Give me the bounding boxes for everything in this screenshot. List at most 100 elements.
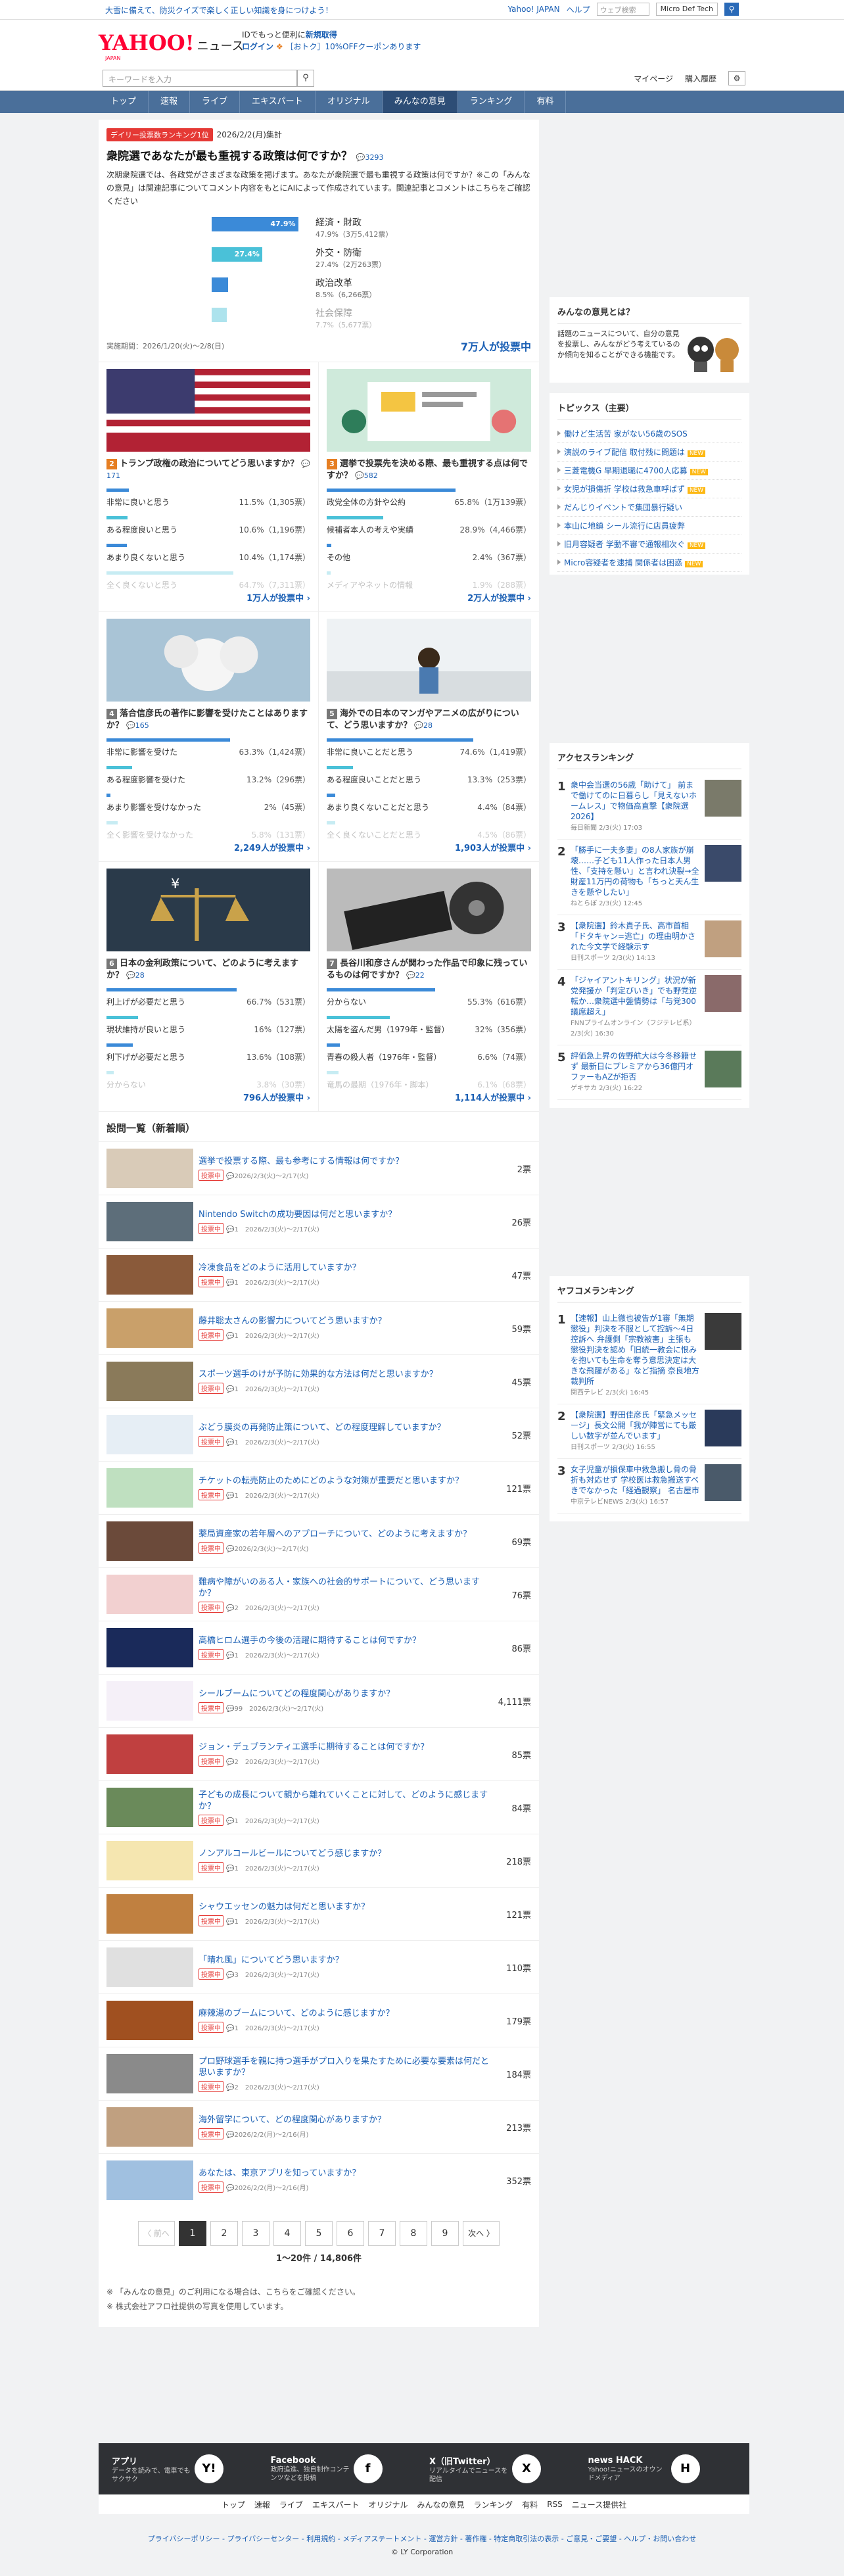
list-title[interactable]: 冷凍食品をどのように活用していますか？ bbox=[199, 1262, 492, 1274]
list-thumbnail[interactable] bbox=[106, 2001, 193, 2040]
signup-link[interactable]: 新規取得 bbox=[306, 30, 337, 39]
poll-card[interactable]: 2 トランプ政権の政治についてどう思いますか？ 💬171 非常に良いと思う 11.5%（… bbox=[99, 362, 319, 612]
list-title[interactable]: 海外留学について、どの程度関心がありますか？ bbox=[199, 2114, 492, 2126]
topic-item[interactable]: 旧月容疑者 学動不審で通報相次ぐ NEW bbox=[557, 535, 741, 554]
ranking-item[interactable]: 2 【衆院選】野田佳彦氏「緊急メッセージ」長文公開「我が陣営にても厳しい数字が並ん… bbox=[557, 1404, 741, 1459]
footer-link[interactable]: エキスパート bbox=[312, 2499, 360, 2510]
topic-item[interactable]: 演説のライブ配信 取付残に問題は NEW bbox=[557, 443, 741, 462]
hero-votes-link[interactable]: 7万人が投票中 bbox=[461, 338, 531, 354]
page-5-button[interactable]: 5 bbox=[305, 2221, 333, 2246]
list-thumbnail[interactable] bbox=[106, 1202, 193, 1241]
footer-app[interactable]: X（旧Twitter） リアルタイムでニュースを配信 X bbox=[424, 2454, 583, 2484]
list-thumbnail[interactable] bbox=[106, 1841, 193, 1880]
ranking-title[interactable]: 衆中会当選の56歳「助けて」 前まで働けてのに日暮らし「見えないホームレス」で物… bbox=[571, 780, 705, 834]
next-page-button[interactable]: 次へ 〉 bbox=[463, 2221, 500, 2246]
list-thumbnail[interactable] bbox=[106, 1575, 193, 1614]
gear-icon[interactable]: ⚙ bbox=[728, 71, 745, 85]
list-item[interactable]: 海外留学について、どの程度関心がありますか？ 投票中 💬2026/2/2(月)〜2/… bbox=[99, 2100, 539, 2153]
nav-paid[interactable]: 有料 bbox=[525, 91, 567, 113]
list-thumbnail[interactable] bbox=[106, 1734, 193, 1774]
mypage-link[interactable]: マイページ bbox=[634, 73, 673, 84]
poll-card[interactable]: 7 長谷川和彦さんが関わった作品で印象に残っているものは何ですか？ 💬22 分からない… bbox=[319, 862, 539, 1112]
list-title[interactable]: 麻辣湯のブームについて、どのように感じますか？ bbox=[199, 2008, 492, 2019]
list-title[interactable]: Nintendo Switchの成功要因は何だと思いますか？ bbox=[199, 1209, 492, 1220]
hero-title[interactable]: 衆院選であなたが最も重視する政策は何ですか？ 💬3293 bbox=[106, 147, 531, 163]
list-title[interactable]: 「晴れ風」についてどう思いますか？ bbox=[199, 1955, 492, 1966]
topic-item[interactable]: Micro容疑者を逮捕 関係者は困惑 NEW bbox=[557, 554, 741, 572]
footer-link[interactable]: みんなの意見 bbox=[417, 2499, 465, 2510]
list-title[interactable]: 難病や障がいのある人・家族への社会的サポートについて、どう思いますか？ bbox=[199, 1577, 492, 1599]
list-title[interactable]: シャウエッセンの魅力は何だと思いますか？ bbox=[199, 1901, 492, 1913]
ranking-title[interactable]: 評価急上昇の佐野航大は今冬移籍せず 最新日にプレミアから36億円オファーもAZが… bbox=[571, 1051, 705, 1094]
poll-card-votes[interactable]: 1,114人が投票中 › bbox=[327, 1091, 531, 1103]
ranking-title[interactable]: 【速報】山上徹也被告が1審「無期懲役」判決を不服として控訴〜4日控訴へ 弁護側「… bbox=[571, 1313, 705, 1398]
page-9-button[interactable]: 9 bbox=[431, 2221, 459, 2246]
list-thumbnail[interactable] bbox=[106, 2107, 193, 2147]
poll-card[interactable]: 3 選挙で投票先を決める際、最も重視する点は何ですか？ 💬582 政党全体の方針や公約… bbox=[319, 362, 539, 612]
ranking-thumbnail[interactable] bbox=[705, 1464, 741, 1501]
nav-opinions[interactable]: みんなの意見 bbox=[382, 91, 458, 113]
ranking-item[interactable]: 1 衆中会当選の56歳「助けて」 前まで働けてのに日暮らし「見えないホームレス」で… bbox=[557, 775, 741, 840]
list-item[interactable]: 「晴れ風」についてどう思いますか？ 投票中 💬3 2026/2/3(火)〜2/17(… bbox=[99, 1940, 539, 1993]
poll-card-image[interactable] bbox=[327, 369, 531, 452]
sponsor-box[interactable]: Micro Def Tech bbox=[655, 3, 718, 16]
footer-app[interactable]: アプリ データを読みで、電車でもサクサク Y! bbox=[106, 2454, 266, 2484]
prev-page-button[interactable]: 〈 前へ bbox=[138, 2221, 175, 2246]
page-2-button[interactable]: 2 bbox=[210, 2221, 238, 2246]
list-thumbnail[interactable] bbox=[106, 1521, 193, 1561]
page-3-button[interactable]: 3 bbox=[242, 2221, 270, 2246]
list-thumbnail[interactable] bbox=[106, 2160, 193, 2200]
ranking-item[interactable]: 3 女子児童が損保車中救急搬し骨の骨折も対応せず 学校医は救急搬送すべきでなかった… bbox=[557, 1459, 741, 1514]
poll-card-votes[interactable]: 1万人が投票中 › bbox=[106, 591, 310, 604]
poll-card-votes[interactable]: 2万人が投票中 › bbox=[327, 591, 531, 604]
help-link[interactable]: ヘルプ bbox=[567, 4, 590, 15]
list-title[interactable]: ぶどう膜炎の再発防止策について、どの程度理解していますか？ bbox=[199, 1422, 492, 1433]
ranking-item[interactable]: 1 【速報】山上徹也被告が1審「無期懲役」判決を不服として控訴〜4日控訴へ 弁護側… bbox=[557, 1308, 741, 1404]
list-item[interactable]: ノンアルコールビールについてどう感じますか？ 投票中 💬1 2026/2/3(火)〜… bbox=[99, 1834, 539, 1887]
list-thumbnail[interactable] bbox=[106, 1468, 193, 1508]
footer-link[interactable]: オリジナル bbox=[369, 2499, 408, 2510]
list-item[interactable]: 薬局資産家の若年層へのアプローチについて、どのように考えますか？ 投票中 💬2026… bbox=[99, 1514, 539, 1567]
ranking-thumbnail[interactable] bbox=[705, 975, 741, 1012]
list-item[interactable]: ジョン・デュプランティエ選手に期待することは何ですか？ 投票中 💬2 2026/2/… bbox=[99, 1727, 539, 1780]
poll-card-title[interactable]: 2 トランプ政権の政治についてどう思いますか？ 💬171 bbox=[106, 458, 310, 483]
poll-card-image[interactable] bbox=[327, 619, 531, 702]
list-item[interactable]: プロ野球選手を親に持つ選手がプロ入りを果たすために必要な要素は何だと思いますか？… bbox=[99, 2047, 539, 2100]
web-search-input[interactable]: ウェブ検索 bbox=[596, 3, 649, 16]
list-title[interactable]: 選挙で投票する際、最も参考にする情報は何ですか？ bbox=[199, 1156, 492, 1167]
list-thumbnail[interactable] bbox=[106, 1628, 193, 1667]
login-link[interactable]: ログイン bbox=[242, 42, 273, 51]
footer-app[interactable]: Facebook 政府追進、独自制作コンテンツなどを投稿 f bbox=[266, 2454, 425, 2483]
poll-card-title[interactable]: 6 日本の金利政策について、どのように考えますか？ 💬28 bbox=[106, 958, 310, 983]
page-6-button[interactable]: 6 bbox=[337, 2221, 364, 2246]
yahoo-news-logo[interactable]: YAHOO! ニュース bbox=[99, 30, 244, 55]
list-title[interactable]: 薬局資産家の若年層へのアプローチについて、どのように考えますか？ bbox=[199, 1529, 492, 1540]
list-thumbnail[interactable] bbox=[106, 1415, 193, 1454]
topic-item[interactable]: 働けど生活苦 家がない56歳のSOS bbox=[557, 425, 741, 443]
keyword-search-input[interactable]: キーワードを入力 bbox=[103, 70, 297, 87]
list-item[interactable]: 冷凍食品をどのように活用していますか？ 投票中 💬1 2026/2/3(火)〜2/1… bbox=[99, 1248, 539, 1301]
ranking-title[interactable]: 「勝手に一夫多妻」の8人家族が崩壊……子ども11人作った日本人男性、「支持を懸い… bbox=[571, 845, 705, 909]
list-thumbnail[interactable] bbox=[106, 1255, 193, 1295]
list-thumbnail[interactable] bbox=[106, 1788, 193, 1827]
list-item[interactable]: 選挙で投票する際、最も参考にする情報は何ですか？ 投票中 💬2026/2/3(火)〜… bbox=[99, 1141, 539, 1195]
hero-option[interactable]: 47.9% 経済・財政 47.9%（3万5,412票） bbox=[212, 217, 531, 241]
ranking-item[interactable]: 5 評価急上昇の佐野航大は今冬移籍せず 最新日にプレミアから36億円オファーもAZ… bbox=[557, 1045, 741, 1100]
footer-link[interactable]: ライブ bbox=[279, 2499, 303, 2510]
footer-link[interactable]: ニュース提供社 bbox=[572, 2499, 626, 2510]
footer-policy-links[interactable]: プライバシーポリシー - プライバシーセンター - 利用規約 - メディアステー… bbox=[0, 2533, 844, 2546]
list-title[interactable]: スポーツ選手のけが予防に効果的な方法は何だと思いますか？ bbox=[199, 1369, 492, 1380]
coupon-link[interactable]: ［おトク］10%OFFクーポンあります bbox=[285, 42, 421, 51]
nav-flash[interactable]: 速報 bbox=[149, 91, 191, 113]
page-1-button[interactable]: 1 bbox=[179, 2221, 206, 2246]
poll-card-title[interactable]: 7 長谷川和彦さんが関わった作品で印象に残っているものは何ですか？ 💬22 bbox=[327, 958, 531, 983]
ranking-thumbnail[interactable] bbox=[705, 845, 741, 882]
note-1[interactable]: 「みんなの意見」のご利用になる場合は、こちらをご確認ください。 bbox=[116, 2287, 360, 2297]
page-4-button[interactable]: 4 bbox=[273, 2221, 301, 2246]
page-7-button[interactable]: 7 bbox=[368, 2221, 396, 2246]
list-item[interactable]: ぶどう膜炎の再発防止策について、どの程度理解していますか？ 投票中 💬1 2026/… bbox=[99, 1408, 539, 1461]
poll-card[interactable]: ¥6 日本の金利政策について、どのように考えますか？ 💬28 利上げが必要だと思う 66… bbox=[99, 862, 319, 1112]
list-item[interactable]: 子どもの成長について親から離れていくことに対して、どのように感じますか？ 投票中 💬… bbox=[99, 1780, 539, 1834]
ranking-thumbnail[interactable] bbox=[705, 1313, 741, 1350]
list-item[interactable]: Nintendo Switchの成功要因は何だと思いますか？ 投票中 💬1 2026… bbox=[99, 1195, 539, 1248]
